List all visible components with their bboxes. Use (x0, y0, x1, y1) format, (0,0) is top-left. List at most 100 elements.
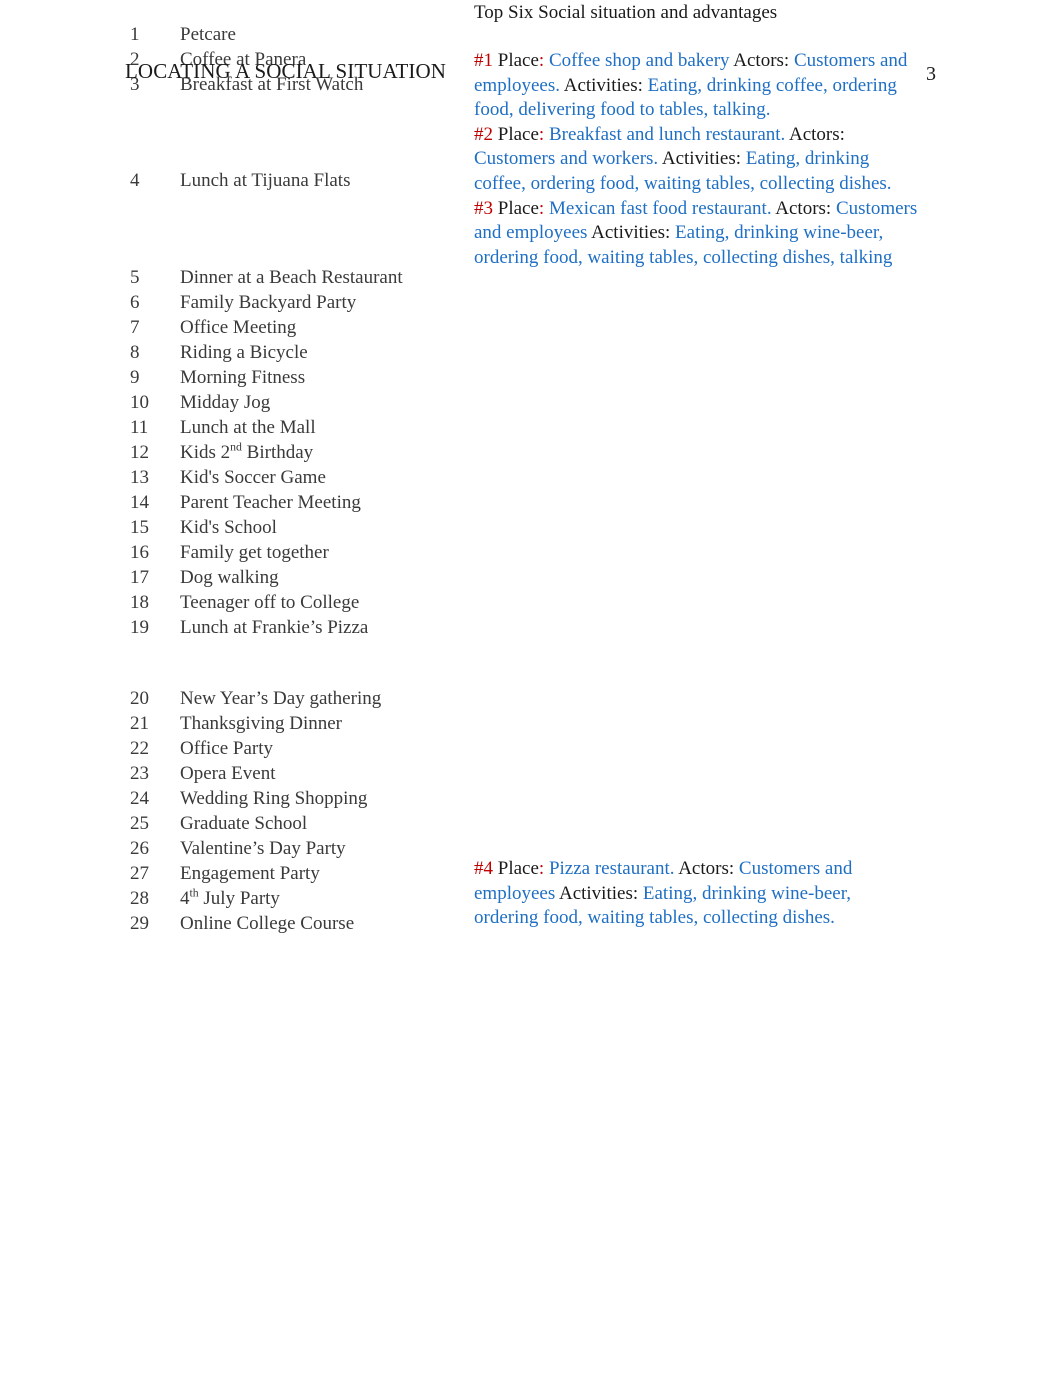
list-item-number: 7 (130, 317, 140, 338)
list-item-label: 4th July Party (180, 886, 280, 909)
list-item: 24 Wedding Ring Shopping (130, 786, 460, 811)
list-item-label: Lunch at the Mall (180, 417, 316, 438)
list-item: 11 Lunch at the Mall (130, 415, 460, 440)
ordinal-suffix: th (189, 886, 199, 900)
activities-label: Activities: (558, 882, 639, 904)
actors-label: Actors: (789, 123, 845, 145)
list-item-label: Kid's School (180, 517, 277, 538)
social-situation-list: 1 Petcare 2 Coffee at Panera 3 Breakfast at F… (130, 22, 460, 936)
place-label: Place (497, 50, 539, 71)
actors-label: Actors: (678, 858, 735, 879)
place-colon: : (538, 858, 545, 879)
top-six-panel: Top Six Social situation and advantages … (474, 0, 922, 270)
list-item: 8 Riding a Bicycle (130, 340, 460, 365)
list-item-number: 22 (130, 738, 149, 759)
list-item-number: 11 (130, 417, 149, 438)
list-item-label: Morning Fitness (180, 367, 306, 388)
list-item-label: Family Backyard Party (180, 292, 357, 313)
list-item-label: Kids 2nd Birthday (180, 440, 314, 463)
list-item-number: 28 (130, 888, 149, 909)
list-item-label: Wedding Ring Shopping (180, 788, 368, 809)
list-item-number: 24 (130, 788, 149, 809)
list-item: 22 Office Party (130, 736, 460, 761)
list-item-label: Riding a Bicycle (180, 342, 308, 363)
place-value: Pizza restaurant. (548, 858, 675, 879)
list-item-label: Valentine’s Day Party (180, 838, 346, 859)
list-item: 1 Petcare (130, 22, 460, 47)
top-six-panel-continued: #4 Place: Pizza restaurant. Actors: Cust… (474, 857, 904, 931)
list-item-number: 20 (130, 688, 149, 709)
activities-label: Activities: (563, 74, 643, 96)
place-label: Place (497, 858, 539, 879)
list-item-number: 29 (130, 913, 149, 934)
list-item-number: 8 (130, 342, 140, 363)
list-item-number: 9 (130, 367, 140, 388)
list-item: 19 Lunch at Frankie’s Pizza (130, 615, 460, 640)
actors-label: Actors: (775, 197, 832, 219)
list-item: 21 Thanksgiving Dinner (130, 711, 460, 736)
top-six-title: Top Six Social situation and advantages (474, 2, 778, 23)
list-item-label: Parent Teacher Meeting (180, 492, 361, 513)
ordinal-suffix: nd (230, 440, 242, 454)
list-item: 28 4th July Party (130, 886, 460, 911)
list-item-label: Engagement Party (180, 863, 320, 884)
activities-label: Activities: (661, 148, 742, 170)
list-item-number: 12 (130, 442, 149, 463)
list-item-label: Midday Jog (180, 392, 271, 413)
list-item: 9 Morning Fitness (130, 365, 460, 390)
list-item: 6 Family Backyard Party (130, 290, 460, 315)
situation-blocks: #1 Place: Coffee shop and bakery Actors:… (474, 49, 922, 270)
place-colon: : (538, 123, 545, 145)
list-item-label: Office Party (180, 738, 274, 759)
actors-label: Actors: (733, 50, 790, 71)
list-item: 10 Midday Jog (130, 390, 460, 415)
list-item-number: 13 (130, 467, 149, 488)
list-item-label: Lunch at Frankie’s Pizza (180, 617, 369, 638)
list-item-number: 23 (130, 763, 149, 784)
list-item: 14 Parent Teacher Meeting (130, 490, 460, 515)
list-item: 26 Valentine’s Day Party (130, 836, 460, 861)
list-item-number: 17 (130, 567, 149, 588)
list-item-label: Family get together (180, 542, 329, 563)
list-item: 29 Online College Course (130, 911, 460, 936)
list-item-number: 19 (130, 617, 149, 638)
situation-number: #1 (474, 50, 493, 71)
list-item-number: 21 (130, 713, 149, 734)
list-item: 13 Kid's Soccer Game (130, 465, 460, 490)
list-item: 12 Kids 2nd Birthday (130, 440, 460, 465)
activities-label: Activities: (591, 222, 671, 244)
place-label: Place (497, 197, 539, 219)
list-item-number: 4 (130, 170, 140, 191)
list-item: 23 Opera Event (130, 761, 460, 786)
list-item-number: 15 (130, 517, 149, 538)
list-item: 4 Lunch at Tijuana Flats (130, 168, 460, 193)
list-item-number: 5 (130, 267, 140, 288)
list-item-number: 10 (130, 392, 149, 413)
list-item-number: 27 (130, 863, 149, 884)
actors-value: Customers and workers. (474, 148, 659, 170)
place-colon: : (538, 50, 545, 71)
list-item-number: 14 (130, 492, 149, 513)
list-item: 17 Dog walking (130, 565, 460, 590)
list-item-label: Online College Course (180, 913, 355, 934)
situation-blocks-continued: #4 Place: Pizza restaurant. Actors: Cust… (474, 857, 904, 931)
list-item-number: 6 (130, 292, 140, 313)
list-item-label: New Year’s Day gathering (180, 688, 382, 709)
list-item-label: Kid's Soccer Game (180, 467, 326, 488)
list-item-number: 1 (130, 24, 140, 45)
list-item-number: 25 (130, 813, 149, 834)
list-item: 18 Teenager off to College (130, 590, 460, 615)
list-item-label: Teenager off to College (180, 592, 360, 613)
place-label: Place (497, 123, 539, 145)
list-item-label: Lunch at Tijuana Flats (180, 170, 351, 191)
list-item-label: Graduate School (180, 813, 308, 834)
list-item-label: Petcare (180, 24, 236, 45)
situation-entry: #2 Place: Breakfast and lunch restaurant… (474, 123, 922, 197)
situation-number: #4 (474, 858, 493, 879)
list-item: 15 Kid's School (130, 515, 460, 540)
list-item-label: Office Meeting (180, 317, 297, 338)
page-number: 3 (926, 63, 936, 85)
list-item-label: Dog walking (180, 567, 279, 588)
list-item-number: 26 (130, 838, 149, 859)
list-item-label: Dinner at a Beach Restaurant (180, 267, 403, 288)
